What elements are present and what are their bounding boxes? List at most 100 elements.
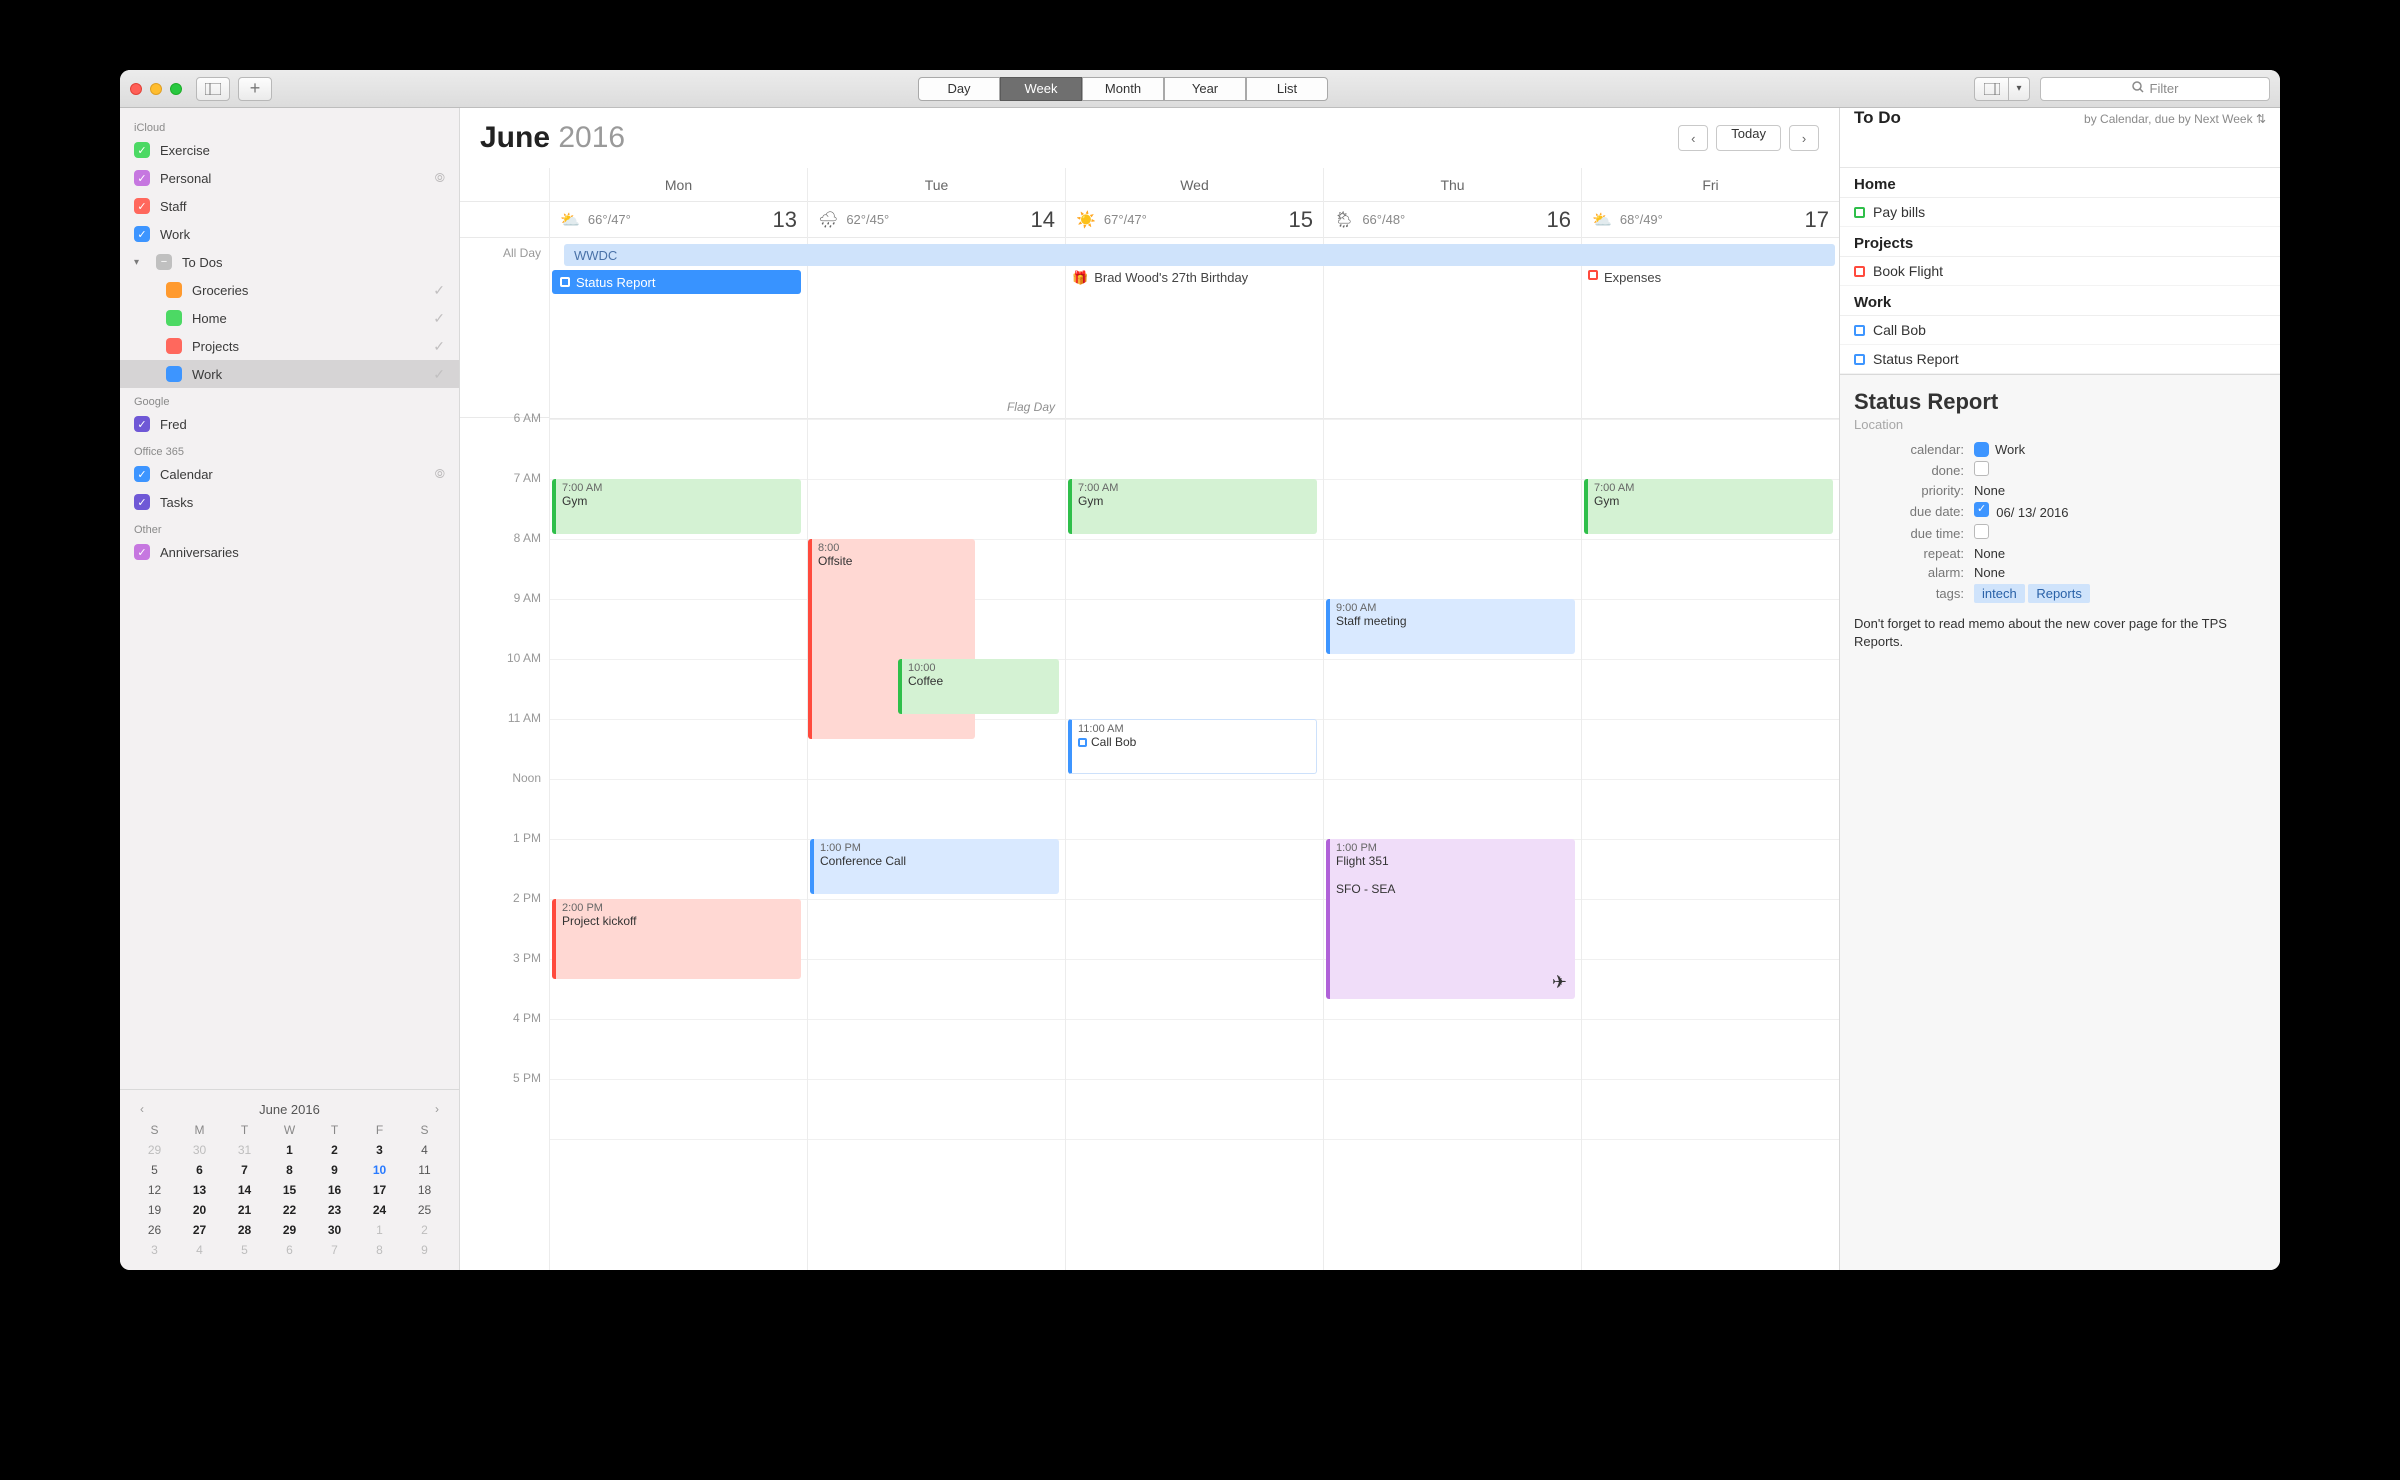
mini-day[interactable]: 28 [222, 1220, 267, 1240]
sidebar-item-work[interactable]: Work✓ [120, 360, 459, 388]
event-gym[interactable]: 7:00 AMGym [1584, 479, 1833, 534]
close-icon[interactable] [130, 83, 142, 95]
mini-day[interactable]: 20 [177, 1200, 222, 1220]
sidebar-item-exercise[interactable]: ✓Exercise [120, 136, 459, 164]
view-tab-list[interactable]: List [1246, 77, 1328, 101]
mini-day[interactable]: 29 [132, 1140, 177, 1160]
sidebar-item-calendar[interactable]: ✓Calendar⦾ [120, 460, 459, 488]
due-date-field[interactable]: 06/ 13/ 2016 [1996, 505, 2068, 520]
todo-item-call-bob[interactable]: Call Bob [1840, 316, 2280, 345]
view-tab-year[interactable]: Year [1164, 77, 1246, 101]
checkbox-icon[interactable]: ✓ [134, 226, 150, 242]
mini-day[interactable]: 12 [132, 1180, 177, 1200]
mini-day[interactable]: 16 [312, 1180, 357, 1200]
checkbox-icon[interactable]: ✓ [134, 198, 150, 214]
day-body[interactable]: 9:00 AMStaff meeting 1:00 PMFlight 351SFO… [1324, 419, 1581, 1270]
mini-day[interactable]: 1 [267, 1140, 312, 1160]
checkbox-icon[interactable] [166, 310, 182, 326]
tag-reports[interactable]: Reports [2028, 584, 2090, 603]
today-button[interactable]: Today [1716, 125, 1781, 151]
mini-day[interactable]: 27 [177, 1220, 222, 1240]
allday-todo-status[interactable]: Status Report [552, 270, 801, 294]
sidebar-item-groceries[interactable]: Groceries✓ [120, 276, 459, 304]
mini-day[interactable]: 9 [402, 1240, 447, 1260]
todo-checkbox[interactable] [1854, 354, 1865, 365]
mini-day[interactable]: 2 [402, 1220, 447, 1240]
zoom-icon[interactable] [170, 83, 182, 95]
allday-todo-expenses[interactable]: Expenses [1588, 270, 1661, 285]
checkbox-icon[interactable]: ✓ [134, 494, 150, 510]
filter-search-input[interactable]: Filter [2040, 77, 2270, 101]
day-body[interactable]: 7:00 AMGym2:00 PMProject kickoff [550, 419, 807, 1270]
mini-day[interactable]: 15 [267, 1180, 312, 1200]
tag-intech[interactable]: intech [1974, 584, 2025, 603]
new-event-button[interactable]: + [238, 77, 272, 101]
sidebar-item-anniversaries[interactable]: ✓Anniversaries [120, 538, 459, 566]
alarm-picker[interactable]: None [1974, 565, 2266, 580]
todo-checkbox[interactable] [1854, 325, 1865, 336]
event-conference-call[interactable]: 1:00 PMConference Call [810, 839, 1059, 894]
mini-day[interactable]: 1 [357, 1220, 402, 1240]
mini-day[interactable]: 6 [177, 1160, 222, 1180]
mini-day[interactable]: 3 [132, 1240, 177, 1260]
event-coffee[interactable]: 10:00Coffee [898, 659, 1059, 714]
mini-day[interactable]: 7 [222, 1160, 267, 1180]
event-call-bob[interactable]: 11:00 AMCall Bob [1068, 719, 1317, 774]
due-date-checkbox[interactable] [1974, 502, 1989, 517]
view-tab-week[interactable]: Week [1000, 77, 1082, 101]
todo-item-book-flight[interactable]: Book Flight [1840, 257, 2280, 286]
minimize-icon[interactable] [150, 83, 162, 95]
day-body[interactable]: 7:00 AMGym [1582, 419, 1839, 1270]
mini-day[interactable]: 18 [402, 1180, 447, 1200]
event-project-kickoff[interactable]: 2:00 PMProject kickoff [552, 899, 801, 979]
mini-day[interactable]: 24 [357, 1200, 402, 1220]
checkbox-icon[interactable]: ✓ [134, 544, 150, 560]
mini-day[interactable]: 23 [312, 1200, 357, 1220]
sidebar-item-staff[interactable]: ✓Staff [120, 192, 459, 220]
mini-day[interactable]: 9 [312, 1160, 357, 1180]
mini-next-button[interactable]: › [427, 1102, 447, 1116]
mini-day[interactable]: 5 [132, 1160, 177, 1180]
checkbox-icon[interactable] [166, 338, 182, 354]
checkbox-icon[interactable]: − [156, 254, 172, 270]
priority-picker[interactable]: None [1974, 483, 2266, 498]
mini-day[interactable]: 5 [222, 1240, 267, 1260]
mini-day[interactable]: 7 [312, 1240, 357, 1260]
mini-day[interactable]: 26 [132, 1220, 177, 1240]
tags-field[interactable]: intech Reports [1974, 584, 2266, 603]
sidebar-item-fred[interactable]: ✓Fred [120, 410, 459, 438]
event-gym[interactable]: 7:00 AMGym [1068, 479, 1317, 534]
mini-day[interactable]: 11 [402, 1160, 447, 1180]
panel-menu-button[interactable]: ▾ [2008, 77, 2030, 101]
mini-day[interactable]: 13 [177, 1180, 222, 1200]
todo-checkbox[interactable] [1854, 207, 1865, 218]
mini-day[interactable]: 29 [267, 1220, 312, 1240]
day-body[interactable]: 8:00Offsite10:00Coffee1:00 PMConference … [808, 419, 1065, 1270]
prev-week-button[interactable]: ‹ [1678, 125, 1708, 151]
event-flight-351[interactable]: 1:00 PMFlight 351SFO - SEA✈︎ [1326, 839, 1575, 999]
checkbox-icon[interactable]: ✓ [134, 142, 150, 158]
mini-day[interactable]: 8 [267, 1160, 312, 1180]
sidebar-item-work[interactable]: ✓Work [120, 220, 459, 248]
checkbox-icon[interactable] [166, 366, 182, 382]
mini-day[interactable]: 31 [222, 1140, 267, 1160]
day-body[interactable]: 7:00 AMGym 11:00 AMCall Bob [1066, 419, 1323, 1270]
checkbox-icon[interactable] [166, 282, 182, 298]
checkbox-icon[interactable]: ✓ [134, 170, 150, 186]
sidebar-item-projects[interactable]: Projects✓ [120, 332, 459, 360]
mini-day[interactable]: 19 [132, 1200, 177, 1220]
mini-day[interactable]: 22 [267, 1200, 312, 1220]
detail-calendar-picker[interactable]: Work [1974, 442, 2266, 457]
view-tab-day[interactable]: Day [918, 77, 1000, 101]
panel-toggle-button[interactable] [1974, 77, 2008, 101]
next-week-button[interactable]: › [1789, 125, 1819, 151]
due-time-checkbox[interactable] [1974, 524, 1989, 539]
mini-day[interactable]: 30 [177, 1140, 222, 1160]
mini-day[interactable]: 17 [357, 1180, 402, 1200]
sidebar-item-personal[interactable]: ✓Personal⦾ [120, 164, 459, 192]
detail-location[interactable]: Location [1854, 417, 2266, 432]
event-staff-meeting[interactable]: 9:00 AMStaff meeting [1326, 599, 1575, 654]
mini-day[interactable]: 2 [312, 1140, 357, 1160]
sidebar-item-tasks[interactable]: ✓Tasks [120, 488, 459, 516]
todo-checkbox[interactable] [1854, 266, 1865, 277]
